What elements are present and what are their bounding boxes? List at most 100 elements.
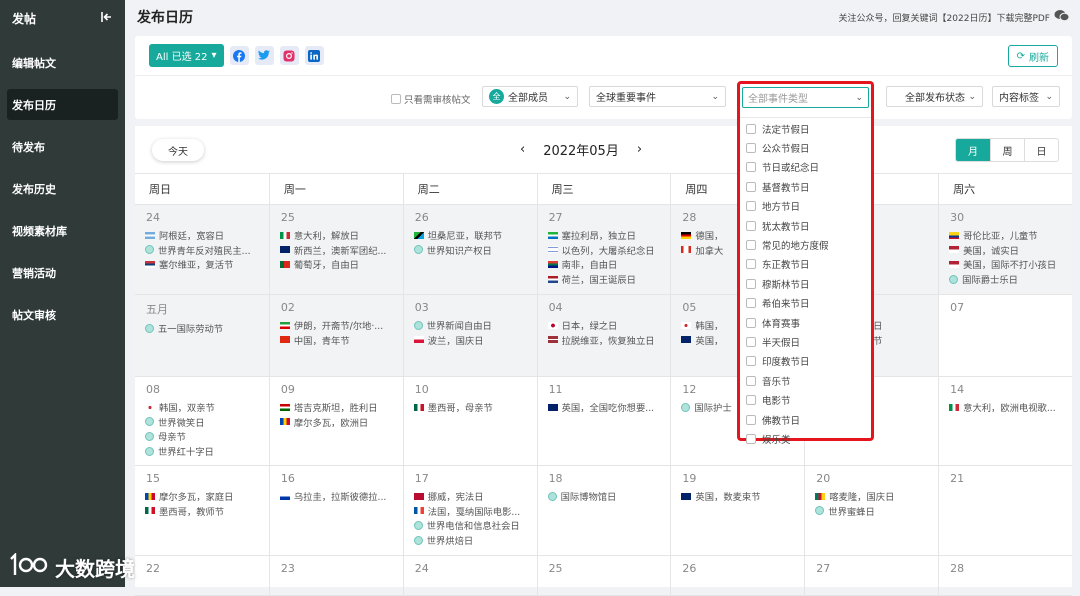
event-item[interactable]: 世界红十字日 (145, 444, 269, 459)
event-item[interactable]: 国际博物馆日 (547, 489, 671, 504)
day-cell[interactable]: 20 喀麦隆，国庆日 世界蜜蜂日 (804, 466, 938, 555)
day-cell[interactable]: 07 (938, 295, 1072, 376)
event-item[interactable]: 摩尔多瓦，欧洲日 (279, 415, 403, 430)
event-item[interactable]: 阿根廷，宽容日 (145, 228, 269, 243)
event-item[interactable]: 国际爵士乐日 (949, 272, 1072, 287)
event-item[interactable]: 以色列，大屠杀纪念日 (547, 243, 671, 258)
review-only-box[interactable] (391, 94, 401, 104)
event-item[interactable]: 塞尔维亚，复活节 (145, 257, 269, 272)
event-item[interactable]: 喀麦隆，国庆日 (815, 489, 938, 504)
day-cell[interactable]: 27 (804, 556, 938, 595)
option-checkbox[interactable] (746, 317, 756, 328)
day-cell[interactable]: 27 塞拉利昂，独立日 以色列，大屠杀纪念日 南非，自由日 荷兰，国王诞辰日 (536, 205, 671, 294)
event-item[interactable]: 日本，绿之日 (547, 318, 671, 333)
event-item[interactable]: 葡萄牙，自由日 (279, 257, 403, 272)
event-type-option[interactable]: 基督教节日 (740, 177, 871, 196)
sidebar-item[interactable]: 待发布 (7, 131, 118, 162)
day-cell[interactable]: 18 国际博物馆日 (536, 466, 671, 555)
event-item[interactable]: 世界青年反对殖民主... (145, 243, 269, 258)
view-tab[interactable]: 日 (1024, 139, 1058, 161)
event-item[interactable]: 法国，戛纳国际电影... (413, 504, 537, 519)
day-cell[interactable]: 19 英国，数麦束节 (670, 466, 804, 555)
event-item[interactable]: 母亲节 (145, 429, 269, 444)
day-cell[interactable]: 04 日本，绿之日 拉脱维亚，恢复独立日 (536, 295, 671, 376)
publish-status-select[interactable]: 全部发布状态 ⌄ (886, 86, 983, 107)
event-item[interactable]: 世界新闻自由日 (413, 318, 537, 333)
day-cell[interactable]: 03 世界新闻自由日 波兰，国庆日 (402, 295, 537, 376)
member-select[interactable]: 全 全部成员 ⌄ (482, 86, 578, 107)
day-cell[interactable]: 26 (670, 556, 804, 595)
twitter-icon[interactable] (254, 46, 274, 65)
view-tab[interactable]: 周 (990, 139, 1024, 161)
option-checkbox[interactable] (746, 414, 756, 425)
event-type-option[interactable]: 娱乐类 (740, 429, 871, 448)
next-month-icon[interactable]: › (637, 142, 642, 157)
event-type-option[interactable]: 希伯来节日 (740, 294, 871, 313)
event-type-option[interactable]: 印度教节日 (740, 352, 871, 371)
event-item[interactable]: 哥伦比亚，儿童节 (949, 228, 1072, 243)
event-type-option[interactable]: 地方节日 (740, 197, 871, 216)
day-cell[interactable]: 26 坦桑尼亚，联邦节 世界知识产权日 (402, 205, 537, 294)
option-checkbox[interactable] (746, 259, 756, 270)
option-checkbox[interactable] (746, 220, 756, 231)
option-checkbox[interactable] (746, 278, 756, 289)
option-checkbox[interactable] (746, 143, 756, 154)
event-type-option[interactable]: 音乐节 (740, 371, 871, 390)
day-cell[interactable]: 09 塔吉克斯坦，胜利日 摩尔多瓦，欧洲日 (268, 377, 403, 465)
view-tab[interactable]: 月 (956, 139, 990, 161)
refresh-button[interactable]: ⟳ 刷新 (1007, 45, 1058, 67)
day-cell[interactable]: 28 (938, 556, 1072, 595)
day-cell[interactable]: 21 (938, 466, 1072, 555)
day-cell[interactable]: 25 (536, 556, 671, 595)
event-type-option[interactable]: 体育赛事 (740, 313, 871, 332)
event-item[interactable]: 伊朗，开斋节/尔地·... (279, 318, 403, 333)
event-type-option[interactable]: 犹太教节日 (740, 216, 871, 235)
day-cell[interactable]: 15 摩尔多瓦，家庭日 墨西哥，教师节 (135, 466, 269, 555)
event-item[interactable]: 五一国际劳动节 (145, 321, 269, 336)
linkedin-icon[interactable] (304, 46, 324, 65)
review-only-checkbox[interactable]: 只看需审核帖文 (391, 92, 471, 106)
day-cell[interactable]: 五月 五一国际劳动节 (135, 295, 269, 376)
option-checkbox[interactable] (746, 433, 756, 444)
event-type-option[interactable]: 半天假日 (740, 332, 871, 351)
day-cell[interactable]: 02 伊朗，开斋节/尔地·... 中国，青年节 (268, 295, 403, 376)
instagram-icon[interactable] (279, 46, 299, 65)
event-type-option[interactable]: 穆斯林节日 (740, 274, 871, 293)
event-item[interactable]: 南非，自由日 (547, 257, 671, 272)
day-cell[interactable]: 24 阿根廷，宽容日 世界青年反对殖民主... 塞尔维亚，复活节 (135, 205, 269, 294)
option-checkbox[interactable] (746, 356, 756, 367)
sidebar-item[interactable]: 发布日历 (7, 89, 118, 120)
event-item[interactable]: 意大利，欧洲电视歌... (949, 400, 1072, 415)
day-cell[interactable]: 16 乌拉圭，拉斯彼德拉... (268, 466, 403, 555)
event-item[interactable]: 荷兰，国王诞辰日 (547, 272, 671, 287)
day-cell[interactable]: 25 意大利，解放日 新西兰，澳新军团纪... 葡萄牙，自由日 (268, 205, 403, 294)
event-type-option[interactable]: 公众节假日 (740, 138, 871, 157)
day-cell[interactable]: 14 意大利，欧洲电视歌... (938, 377, 1072, 465)
event-item[interactable]: 中国，青年节 (279, 333, 403, 348)
event-item[interactable]: 美国，诚实日 (949, 243, 1072, 258)
day-cell[interactable]: 24 (402, 556, 537, 595)
option-checkbox[interactable] (746, 201, 756, 212)
collapse-icon[interactable] (101, 11, 113, 25)
event-item[interactable]: 意大利，解放日 (279, 228, 403, 243)
day-cell[interactable]: 08 韩国，双亲节 世界微笑日 母亲节 世界红十字日 (135, 377, 269, 465)
event-item[interactable]: 英国，全国吃你想要... (547, 400, 671, 415)
today-button[interactable]: 今天 (152, 139, 204, 161)
event-item[interactable]: 塞拉利昂，独立日 (547, 228, 671, 243)
day-cell[interactable]: 22 (135, 556, 269, 595)
sidebar-item[interactable]: 视频素材库 (7, 215, 118, 246)
event-type-option[interactable]: 佛教节日 (740, 410, 871, 429)
day-cell[interactable]: 11 英国，全国吃你想要... (536, 377, 671, 465)
day-cell[interactable]: 23 (268, 556, 403, 595)
event-item[interactable]: 英国，数麦束节 (681, 489, 804, 504)
event-type-option[interactable]: 法定节假日 (740, 119, 871, 138)
option-checkbox[interactable] (746, 181, 756, 192)
event-type-option[interactable]: 电影节 (740, 390, 871, 409)
option-checkbox[interactable] (746, 395, 756, 406)
event-item[interactable]: 波兰，国庆日 (413, 333, 537, 348)
option-checkbox[interactable] (746, 240, 756, 251)
sidebar-item[interactable]: 帖文审核 (7, 299, 118, 330)
event-item[interactable]: 世界知识产权日 (413, 243, 537, 258)
event-item[interactable]: 塔吉克斯坦，胜利日 (279, 400, 403, 415)
event-item[interactable]: 拉脱维亚，恢复独立日 (547, 333, 671, 348)
